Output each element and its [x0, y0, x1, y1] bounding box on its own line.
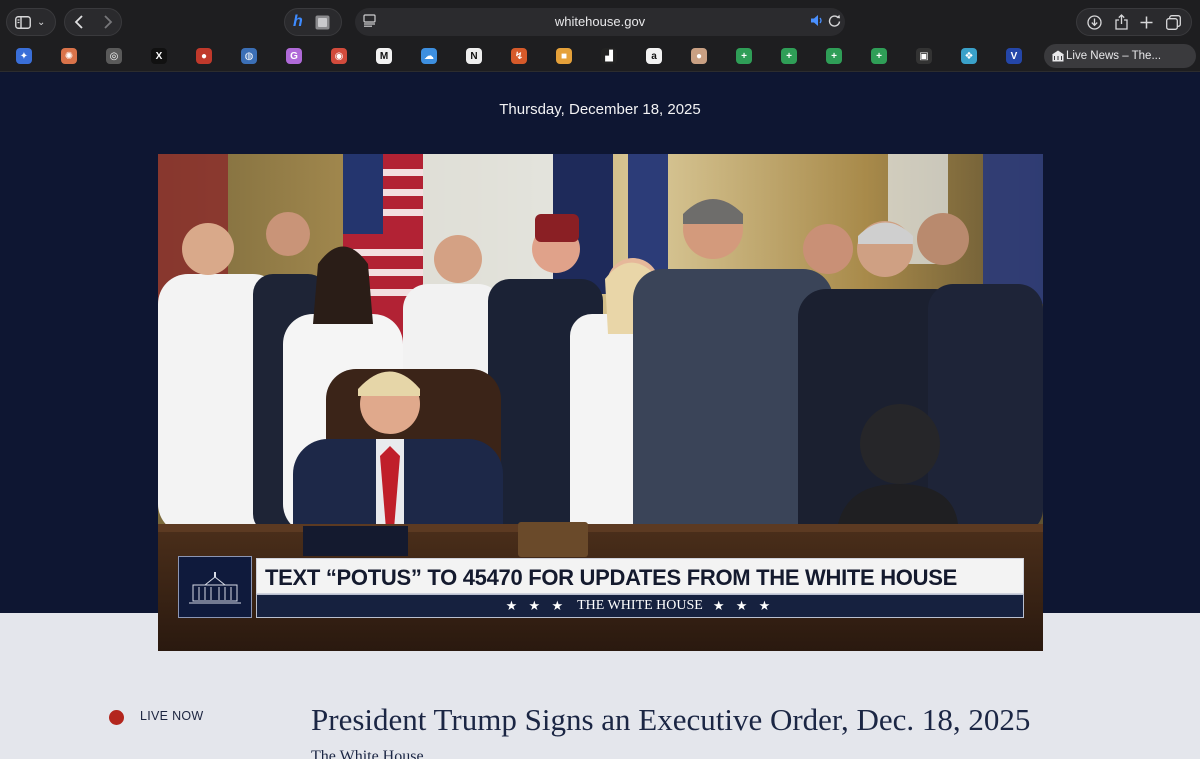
amazon-icon[interactable]: a [646, 48, 662, 64]
puzzle-icon[interactable]: ❖ [961, 48, 977, 64]
audio-playing-icon[interactable] [810, 14, 824, 27]
whitehouse-favicon [1052, 50, 1064, 65]
stars-left: ★ ★ ★ [505, 598, 568, 613]
video-lower-third: TEXT “POTUS” TO 45470 FOR UPDATES FROM T… [178, 556, 1024, 618]
browser-toolbar: ⌄ h whitehouse.gov [0, 0, 1200, 42]
history-nav [64, 8, 122, 36]
cloud-icon[interactable]: ☁ [421, 48, 437, 64]
live-video-player[interactable]: TEXT “POTUS” TO 45470 FOR UPDATES FROM T… [158, 154, 1043, 651]
download-icon[interactable] [1087, 14, 1102, 30]
avatar-icon[interactable]: ● [691, 48, 707, 64]
x-icon[interactable]: X [151, 48, 167, 64]
sidebar-toggle-button[interactable]: ⌄ [6, 8, 56, 36]
globe-icon[interactable]: ◍ [241, 48, 257, 64]
video-byline: The White House [311, 748, 424, 759]
active-tab[interactable]: Live News – The... [1044, 44, 1196, 68]
white-house-logo-icon [178, 556, 252, 618]
openai-icon[interactable]: ◎ [106, 48, 122, 64]
notion-icon[interactable]: N [466, 48, 482, 64]
sheets-icon[interactable]: + [736, 48, 752, 64]
live-now-label: LIVE NOW [140, 709, 204, 723]
toolbar-actions [1076, 8, 1192, 36]
g-icon[interactable]: G [286, 48, 302, 64]
m-icon[interactable]: M [376, 48, 392, 64]
sparkle-icon[interactable]: ✦ [16, 48, 32, 64]
dark-square-icon[interactable]: ▟ [601, 48, 617, 64]
favorites-list: ✦ ✺ ◎ X ● ◍ G ◉ M ☁ N ↯ ■ ▟ a ● + + + + ▣ ❖ V [8, 47, 1038, 67]
text-updates-banner: TEXT “POTUS” TO 45470 FOR UPDATES FROM T… [256, 558, 1024, 594]
stars-right: ★ ★ ★ [712, 598, 775, 613]
extensions-group: h [284, 8, 342, 36]
v-icon[interactable]: V [1006, 48, 1022, 64]
active-tab-title: Live News – The... [1066, 50, 1162, 62]
banner-sub-text: THE WHITE HOUSE [577, 598, 703, 613]
bird-icon[interactable]: ↯ [511, 48, 527, 64]
address-bar[interactable]: whitehouse.gov [355, 8, 845, 36]
photo-icon[interactable]: ▣ [916, 48, 932, 64]
sidebar-icon [15, 15, 31, 29]
chevron-down-icon[interactable]: ⌄ [37, 17, 45, 28]
share-icon[interactable] [1115, 14, 1128, 30]
forward-icon[interactable] [103, 15, 113, 29]
red-circle-icon[interactable]: ● [196, 48, 212, 64]
banner-main-text: TEXT “POTUS” TO 45470 FOR UPDATES FROM T… [265, 565, 957, 590]
extension-square-icon[interactable] [315, 15, 330, 30]
square-orange-icon[interactable]: ■ [556, 48, 572, 64]
url-text: whitehouse.gov [554, 14, 646, 29]
sheets-icon[interactable]: + [826, 48, 842, 64]
claude-icon[interactable]: ✺ [61, 48, 77, 64]
honey-extension-icon[interactable]: h [293, 13, 303, 31]
new-tab-icon[interactable] [1140, 16, 1153, 29]
sheets-icon[interactable]: + [871, 48, 887, 64]
live-indicator-icon [109, 710, 124, 725]
reload-icon[interactable] [828, 14, 841, 27]
page-date: Thursday, December 18, 2025 [499, 101, 701, 118]
target-icon[interactable]: ◉ [331, 48, 347, 64]
white-house-subbanner: ★ ★ ★ THE WHITE HOUSE ★ ★ ★ [256, 594, 1024, 618]
tab-overview-icon[interactable] [1165, 14, 1181, 30]
back-icon[interactable] [74, 15, 84, 29]
sheets-icon[interactable]: + [781, 48, 797, 64]
video-headline: President Trump Signs an Executive Order… [311, 702, 1031, 737]
